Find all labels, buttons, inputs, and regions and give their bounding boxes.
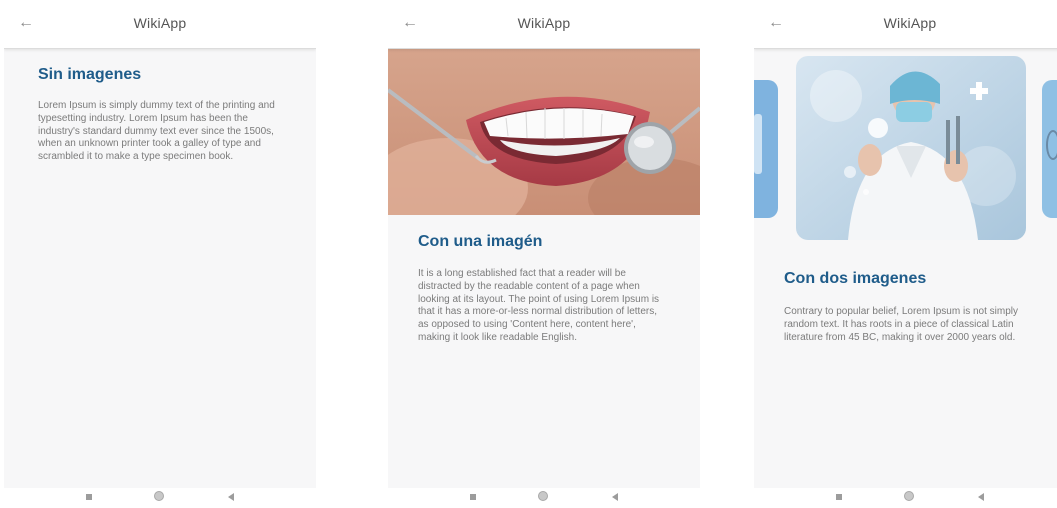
- article-body: It is a long established fact that a rea…: [418, 268, 660, 343]
- system-navigation-bar: [754, 488, 1057, 508]
- app-title: WikiApp: [517, 15, 571, 31]
- back-triangle-icon[interactable]: [978, 493, 984, 501]
- carousel-image-previous[interactable]: [754, 80, 778, 218]
- app-bar: ← WikiApp: [4, 0, 316, 49]
- phone-screen-con-una-imagen: ← WikiApp Con una imagén It is a long es…: [388, 0, 700, 508]
- screen-content: ← WikiApp Sin imagenes Lorem Ipsum is si…: [4, 0, 316, 488]
- screen-content: ← WikiApp: [388, 0, 700, 488]
- article-heading: Con dos imagenes: [784, 270, 927, 287]
- recents-square-icon[interactable]: [836, 494, 842, 500]
- article-body: Lorem Ipsum is simply dummy text of the …: [38, 100, 275, 163]
- article-body: Contrary to popular belief, Lorem Ipsum …: [784, 306, 1018, 343]
- home-circle-icon[interactable]: [904, 491, 914, 501]
- screen-content: ← WikiApp: [754, 0, 1057, 488]
- phone-screen-con-dos-imagenes: ← WikiApp Con dos imagenes Contrary to p…: [754, 0, 1057, 508]
- back-triangle-icon[interactable]: [612, 493, 618, 501]
- recents-square-icon[interactable]: [470, 494, 476, 500]
- phone-screen-sin-imagenes: ← WikiApp Sin imagenes Lorem Ipsum is si…: [4, 0, 316, 508]
- dental-smile-image: [388, 48, 700, 215]
- system-navigation-bar: [4, 488, 316, 508]
- carousel-image-next[interactable]: [1042, 80, 1057, 218]
- app-bar: ← WikiApp: [754, 0, 1057, 49]
- home-circle-icon[interactable]: [154, 491, 164, 501]
- system-navigation-bar: [388, 488, 700, 508]
- article-heading: Con una imagén: [418, 233, 543, 250]
- recents-square-icon[interactable]: [86, 494, 92, 500]
- app-title: WikiApp: [133, 15, 187, 31]
- back-triangle-icon[interactable]: [228, 493, 234, 501]
- doctor-carousel-image[interactable]: [796, 56, 1026, 240]
- app-bar: ← WikiApp: [388, 0, 700, 49]
- app-title: WikiApp: [883, 15, 937, 31]
- article-heading: Sin imagenes: [38, 66, 142, 83]
- home-circle-icon[interactable]: [538, 491, 548, 501]
